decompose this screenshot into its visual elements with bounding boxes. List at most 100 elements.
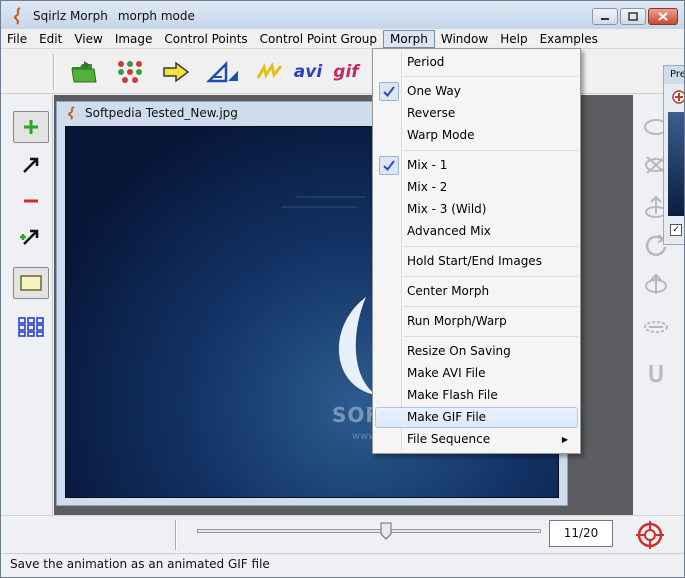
menu-item-label: Advanced Mix — [407, 224, 491, 238]
submenu-arrow-icon: ▶ — [561, 435, 568, 444]
control-points-button[interactable] — [113, 58, 147, 86]
avi-button[interactable]: avi — [291, 58, 325, 86]
menu-window[interactable]: Window — [435, 30, 494, 48]
mode-label: morph mode — [117, 9, 195, 23]
menu-view[interactable]: View — [68, 30, 108, 48]
menu-item-make-gif[interactable]: Make GIF File — [375, 407, 578, 428]
checkmark-icon — [379, 82, 399, 101]
menu-item-label: One Way — [407, 84, 461, 98]
u-shape-icon — [649, 365, 663, 383]
arrow-right-icon — [163, 61, 190, 83]
rectangle-select-tool[interactable] — [13, 267, 49, 299]
grid-icon — [18, 317, 44, 337]
minimize-icon — [601, 17, 609, 20]
menu-item-label: Hold Start/End Images — [407, 254, 542, 268]
menu-item-label: Make AVI File — [407, 366, 486, 380]
left-toolbar — [1, 95, 53, 515]
frame-slider-thumb[interactable] — [380, 522, 392, 540]
preview-title: Pre — [664, 66, 684, 84]
flatten-icon — [644, 321, 668, 333]
menu-item-label: Center Morph — [407, 284, 490, 298]
add-point-tool[interactable] — [13, 111, 49, 143]
menu-bar: File Edit View Image Control Points Cont… — [1, 29, 684, 49]
target-icon[interactable] — [635, 520, 665, 550]
title-bar: Sqirlz Morph morph mode — [1, 1, 684, 31]
menu-item-label: Make Flash File — [407, 388, 498, 402]
menu-item-label: Warp Mode — [407, 128, 475, 142]
close-button[interactable] — [648, 8, 678, 25]
preview-thumbnail — [668, 112, 684, 216]
remove-point-tool[interactable] — [13, 185, 49, 217]
menu-separator — [403, 276, 578, 277]
auto-point-tool[interactable] — [13, 221, 49, 253]
minimize-button[interactable] — [592, 8, 618, 25]
menu-examples[interactable]: Examples — [534, 30, 604, 48]
menu-item-file-sequence[interactable]: File Sequence ▶ — [375, 429, 578, 450]
menu-edit[interactable]: Edit — [33, 30, 68, 48]
next-button[interactable] — [161, 58, 191, 86]
maximize-button[interactable] — [620, 8, 646, 25]
menu-item-period[interactable]: Period — [375, 52, 578, 73]
menu-control-points[interactable]: Control Points — [158, 30, 253, 48]
menu-morph[interactable]: Morph — [383, 29, 435, 48]
move-point-icon — [23, 157, 39, 173]
menu-item-reverse[interactable]: Reverse — [375, 103, 578, 124]
preview-add-icon[interactable] — [671, 89, 685, 111]
close-icon — [658, 12, 668, 21]
app-window: Sqirlz Morph morph mode File Edit View Im… — [0, 0, 685, 578]
menu-item-hold-start-end[interactable]: Hold Start/End Images — [375, 251, 578, 272]
menu-item-center-morph[interactable]: Center Morph — [375, 281, 578, 302]
flash-button[interactable] — [255, 58, 285, 86]
menu-item-label: Mix - 2 — [407, 180, 448, 194]
menu-item-one-way[interactable]: One Way — [375, 81, 578, 102]
open-folder-icon — [71, 61, 97, 83]
control-points-icon — [118, 61, 142, 83]
warp-button[interactable] — [205, 58, 241, 86]
toolbar: avi gif — [1, 50, 684, 94]
menu-image[interactable]: Image — [109, 30, 159, 48]
rectangle-select-icon — [20, 275, 42, 291]
app-logo-icon — [11, 7, 25, 25]
menu-item-advanced-mix[interactable]: Advanced Mix — [375, 221, 578, 242]
scale-icon — [645, 273, 667, 294]
menu-separator — [403, 336, 578, 337]
menu-control-point-group[interactable]: Control Point Group — [254, 30, 383, 48]
menu-item-make-flash[interactable]: Make Flash File — [375, 385, 578, 406]
menu-item-label: Make GIF File — [407, 410, 487, 424]
preview-window[interactable]: Pre ✓ — [663, 65, 685, 245]
menu-item-label: File Sequence — [407, 432, 491, 446]
menu-separator — [403, 246, 578, 247]
grid-tool[interactable] — [13, 311, 49, 343]
maximize-icon — [628, 12, 638, 21]
move-point-tool[interactable] — [13, 149, 49, 181]
morph-menu: Period One Way Reverse Warp Mode Mix - 1… — [372, 48, 581, 454]
app-name: Sqirlz Morph — [33, 9, 108, 23]
menu-item-mix-2[interactable]: Mix - 2 — [375, 177, 578, 198]
add-point-icon — [24, 120, 38, 134]
scale-tool[interactable] — [639, 267, 673, 299]
flash-icon — [256, 63, 283, 79]
menu-help[interactable]: Help — [494, 30, 533, 48]
menu-item-mix-3[interactable]: Mix - 3 (Wild) — [375, 199, 578, 220]
menu-item-make-avi[interactable]: Make AVI File — [375, 363, 578, 384]
menu-item-resize-on-saving[interactable]: Resize On Saving — [375, 341, 578, 362]
warp-triangle-icon — [206, 61, 238, 83]
preview-checkbox[interactable]: ✓ — [670, 224, 682, 236]
gif-icon: gif — [333, 62, 359, 82]
checkmark-icon — [379, 156, 399, 175]
window-controls — [592, 8, 678, 25]
menu-file[interactable]: File — [1, 30, 33, 48]
menu-separator — [403, 306, 578, 307]
menu-item-run-morph[interactable]: Run Morph/Warp — [375, 311, 578, 332]
menu-item-mix-1[interactable]: Mix - 1 — [375, 155, 578, 176]
menu-item-label: Period — [407, 55, 445, 69]
frame-counter: 11/20 — [549, 520, 613, 547]
flatten-tool[interactable] — [639, 311, 673, 343]
menu-item-label: Reverse — [407, 106, 456, 120]
open-button[interactable] — [69, 58, 99, 86]
status-bar: Save the animation as an animated GIF fi… — [1, 553, 684, 577]
undo-shape-tool[interactable] — [639, 357, 673, 389]
gif-button[interactable]: gif — [331, 58, 361, 86]
menu-item-warp-mode[interactable]: Warp Mode — [375, 125, 578, 146]
frame-slider[interactable] — [197, 529, 541, 533]
